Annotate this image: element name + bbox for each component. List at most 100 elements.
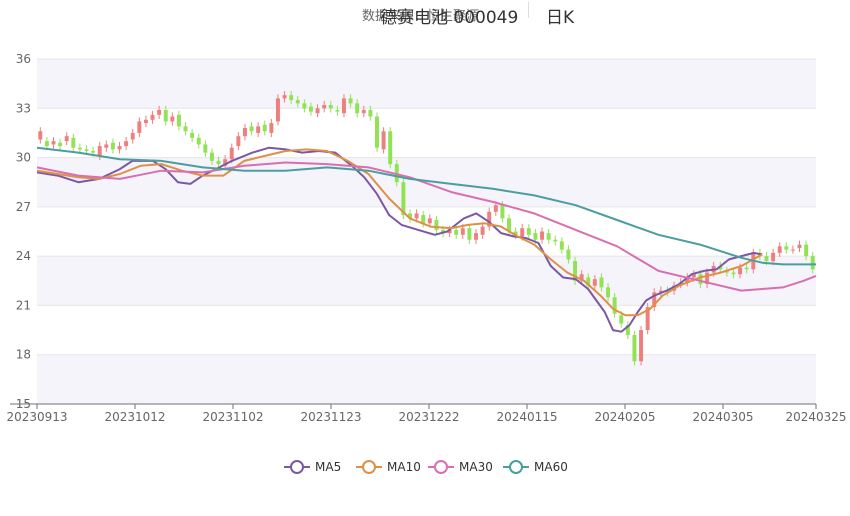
- candle-body: [533, 233, 538, 240]
- chart-svg: 1518212427303336 20230913 20231012 2023110…: [6, 52, 847, 474]
- candle-body: [176, 114, 181, 127]
- legend-marker: [509, 460, 523, 474]
- legend-marker: [434, 460, 448, 474]
- candle-body: [328, 105, 333, 109]
- candle-body: [414, 213, 419, 219]
- legend-marker: [290, 460, 304, 474]
- candle-body: [619, 315, 624, 324]
- candle-body: [216, 160, 221, 165]
- candle-body: [639, 330, 644, 362]
- x-tick-label: 20231222: [398, 410, 459, 424]
- candle-body: [130, 132, 135, 140]
- plot-band: [37, 354, 816, 404]
- candle-body: [632, 335, 637, 362]
- x-tick-label: 20240305: [692, 410, 753, 424]
- candle-body: [229, 147, 234, 160]
- candle-body: [566, 249, 571, 260]
- candle-body: [559, 241, 564, 250]
- y-tick-label: 18: [16, 348, 31, 362]
- candle-body: [553, 239, 558, 242]
- candle-body: [698, 274, 703, 285]
- legend-label: MA10: [387, 460, 421, 474]
- candle-body: [797, 244, 802, 248]
- candle-body: [110, 142, 115, 150]
- candle-body: [731, 272, 736, 275]
- candle-body: [91, 151, 96, 153]
- candle-body: [480, 226, 485, 235]
- candle-body: [434, 220, 439, 230]
- candle-body: [51, 141, 56, 145]
- candle-body: [97, 146, 102, 156]
- candle-body: [137, 121, 142, 133]
- candle-body: [269, 123, 274, 133]
- candle-body: [764, 256, 769, 262]
- y-tick-label: 21: [16, 298, 31, 312]
- candle-body: [262, 124, 267, 132]
- candle-body: [71, 137, 76, 148]
- candle-body: [157, 109, 162, 115]
- legend-item-ma30[interactable]: MA30: [428, 460, 493, 474]
- x-tick-label: 20231102: [202, 410, 263, 424]
- candle-body: [236, 136, 241, 147]
- candle-body: [606, 287, 611, 298]
- candle-body: [804, 244, 809, 257]
- candle-body: [44, 141, 49, 147]
- candle-body: [143, 119, 148, 124]
- x-tick-label: 20240205: [594, 410, 655, 424]
- candle-body: [546, 233, 551, 240]
- candle-body: [738, 267, 743, 275]
- candle-body: [592, 279, 597, 286]
- y-tick-label: 24: [16, 249, 31, 263]
- plot-band: [37, 59, 816, 109]
- candle-body: [460, 228, 465, 235]
- candle-body: [335, 109, 340, 112]
- candle-body: [150, 114, 155, 120]
- legend-item-ma60[interactable]: MA60: [503, 460, 568, 474]
- candle-body: [84, 149, 89, 151]
- candle-body: [368, 109, 373, 117]
- candle-body: [308, 106, 313, 112]
- legend: MA5 MA10 MA30 MA60: [284, 460, 568, 474]
- candle-body: [77, 147, 82, 150]
- candle-body: [275, 98, 280, 122]
- candle-body: [381, 131, 386, 150]
- legend-item-ma5[interactable]: MA5: [284, 460, 341, 474]
- candle-body: [163, 109, 168, 122]
- legend-marker: [362, 460, 376, 474]
- candle-body: [64, 136, 69, 142]
- candle-body: [467, 228, 472, 240]
- candle-body: [520, 228, 525, 237]
- candles: [38, 91, 815, 366]
- candle-body: [810, 256, 815, 270]
- candle-body: [388, 131, 393, 165]
- x-tick-label: 20231012: [104, 410, 165, 424]
- y-tick-label: 36: [16, 52, 31, 66]
- legend-label: MA30: [459, 460, 493, 474]
- candle-body: [474, 233, 478, 240]
- candle-body: [348, 98, 353, 104]
- candle-body: [744, 267, 749, 270]
- x-tick-label: 20240325: [785, 410, 846, 424]
- candle-body: [190, 132, 195, 138]
- candle-body: [493, 205, 498, 212]
- x-tick-label: 20230913: [6, 410, 67, 424]
- y-tick-label: 33: [16, 101, 31, 115]
- legend-label: MA60: [534, 460, 568, 474]
- candle-body: [209, 152, 214, 161]
- x-tick-label: 20231123: [300, 410, 361, 424]
- candle-body: [170, 116, 175, 122]
- candle-body: [322, 105, 327, 109]
- candle-body: [341, 98, 346, 114]
- candle-body: [196, 137, 201, 145]
- candle-body: [256, 126, 261, 133]
- candle-body: [183, 126, 188, 132]
- candle-body: [242, 128, 247, 137]
- candle-body: [375, 116, 379, 148]
- candle-body: [784, 246, 789, 250]
- candle-body: [203, 144, 208, 153]
- legend-label: MA5: [315, 460, 341, 474]
- legend-item-ma10[interactable]: MA10: [356, 460, 421, 474]
- y-tick-label: 30: [16, 151, 31, 165]
- candle-body: [315, 108, 320, 114]
- kline-chart[interactable]: 数据来源：恒生聚源 德赛电池 000049 日K 15 18 21 24 27 30 33 3…: [0, 0, 850, 516]
